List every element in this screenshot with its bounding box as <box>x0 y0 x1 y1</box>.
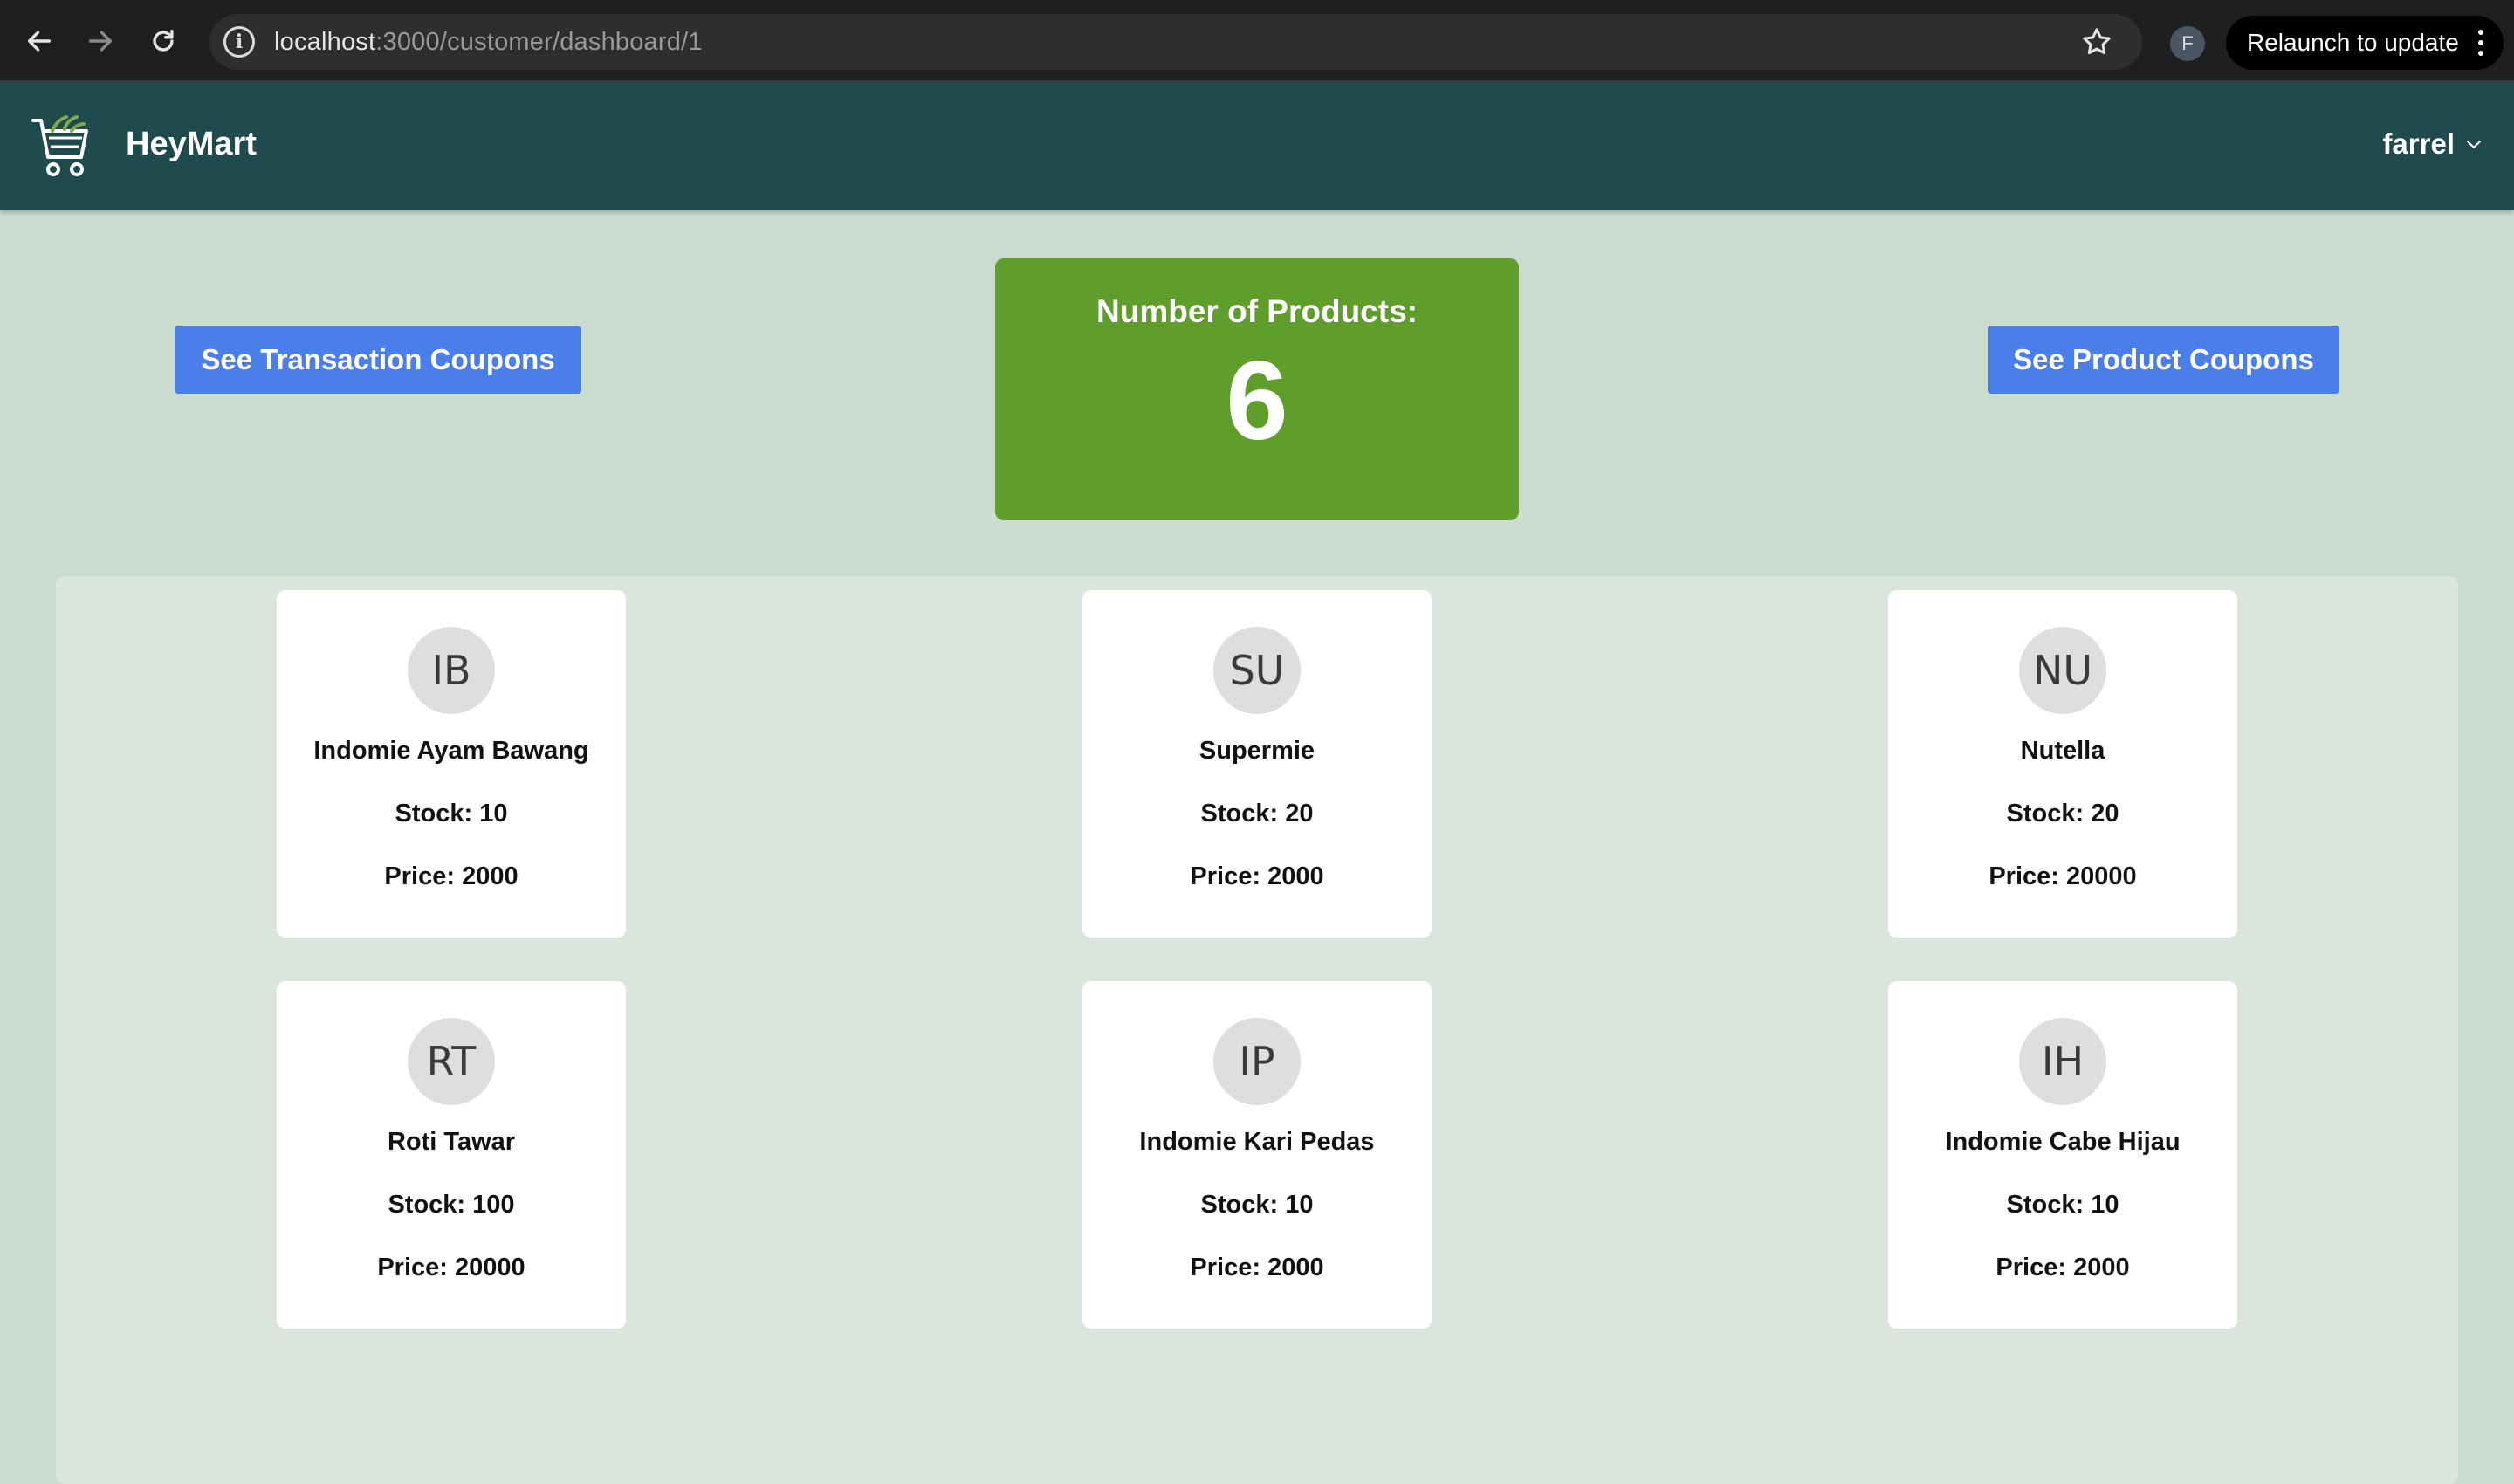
product-price: Price: 20000 <box>1989 862 2137 890</box>
product-card[interactable]: IB Indomie Ayam Bawang Stock: 10 Price: … <box>277 590 626 938</box>
app-header: HeyMart farrel <box>0 82 2514 210</box>
product-avatar: NU <box>2019 627 2106 714</box>
relaunch-label: Relaunch to update <box>2247 29 2459 56</box>
chevron-down-icon <box>2467 141 2481 148</box>
product-card[interactable]: RT Roti Tawar Stock: 100 Price: 20000 <box>277 981 626 1329</box>
browser-profile-avatar[interactable]: F <box>2170 26 2205 61</box>
product-avatar: SU <box>1213 627 1301 714</box>
product-name: Nutella <box>2020 737 2105 765</box>
product-name: Roti Tawar <box>387 1128 516 1156</box>
product-avatar: IH <box>2019 1018 2106 1105</box>
product-name: Indomie Kari Pedas <box>1139 1128 1375 1156</box>
address-bar[interactable]: i localhost:3000/customer/dashboard/1 <box>210 14 2142 70</box>
browser-toolbar: i localhost:3000/customer/dashboard/1 F … <box>0 0 2514 82</box>
product-price: Price: 2000 <box>1190 862 1324 890</box>
product-count-value: 6 <box>1226 339 1288 464</box>
product-stock: Stock: 10 <box>1200 1191 1314 1219</box>
product-name: Indomie Cabe Hijau <box>1945 1128 2181 1156</box>
product-avatar: IB <box>408 627 495 714</box>
see-transaction-coupons-button[interactable]: See Transaction Coupons <box>175 326 581 394</box>
see-product-coupons-button[interactable]: See Product Coupons <box>1988 326 2339 394</box>
product-stock: Stock: 10 <box>2006 1191 2119 1219</box>
reload-button[interactable] <box>143 21 183 61</box>
reload-icon <box>153 29 174 52</box>
product-stock: Stock: 10 <box>395 800 508 828</box>
product-card[interactable]: NU Nutella Stock: 20 Price: 20000 <box>1888 590 2237 938</box>
product-price: Price: 2000 <box>1995 1254 2130 1281</box>
product-card[interactable]: SU Supermie Stock: 20 Price: 2000 <box>1082 590 1432 938</box>
arrow-right-icon <box>88 31 113 52</box>
product-count-card: Number of Products: 6 <box>995 258 1519 520</box>
cart-logo-icon[interactable] <box>30 112 93 182</box>
product-name: Supermie <box>1199 737 1315 765</box>
username: farrel <box>2382 127 2455 160</box>
back-button[interactable] <box>19 21 59 61</box>
forward-button[interactable] <box>80 21 120 61</box>
url-text[interactable]: localhost:3000/customer/dashboard/1 <box>274 28 703 57</box>
user-menu[interactable]: farrel <box>2382 127 2484 161</box>
products-panel: IB Indomie Ayam Bawang Stock: 10 Price: … <box>56 576 2458 1484</box>
product-count-title: Number of Products: <box>1096 293 1418 329</box>
url-host: localhost <box>274 27 376 56</box>
product-stock: Stock: 20 <box>2006 800 2119 828</box>
site-info-icon[interactable]: i <box>223 26 255 58</box>
product-name: Indomie Ayam Bawang <box>313 737 589 765</box>
product-price: Price: 20000 <box>377 1254 525 1281</box>
relaunch-button[interactable]: Relaunch to update <box>2226 16 2504 70</box>
kebab-menu-icon <box>2477 30 2484 56</box>
url-path: :3000/customer/dashboard/1 <box>375 27 703 56</box>
brand-name[interactable]: HeyMart <box>126 126 257 163</box>
product-stock: Stock: 20 <box>1200 800 1314 828</box>
product-card[interactable]: IH Indomie Cabe Hijau Stock: 10 Price: 2… <box>1888 981 2237 1329</box>
product-card[interactable]: IP Indomie Kari Pedas Stock: 10 Price: 2… <box>1082 981 1432 1329</box>
product-price: Price: 2000 <box>384 862 519 890</box>
product-price: Price: 2000 <box>1190 1254 1324 1281</box>
product-stock: Stock: 100 <box>388 1191 515 1219</box>
product-avatar: RT <box>408 1018 495 1105</box>
bookmark-star-icon[interactable] <box>2079 24 2114 59</box>
product-avatar: IP <box>1213 1018 1301 1105</box>
arrow-left-icon <box>27 31 52 52</box>
